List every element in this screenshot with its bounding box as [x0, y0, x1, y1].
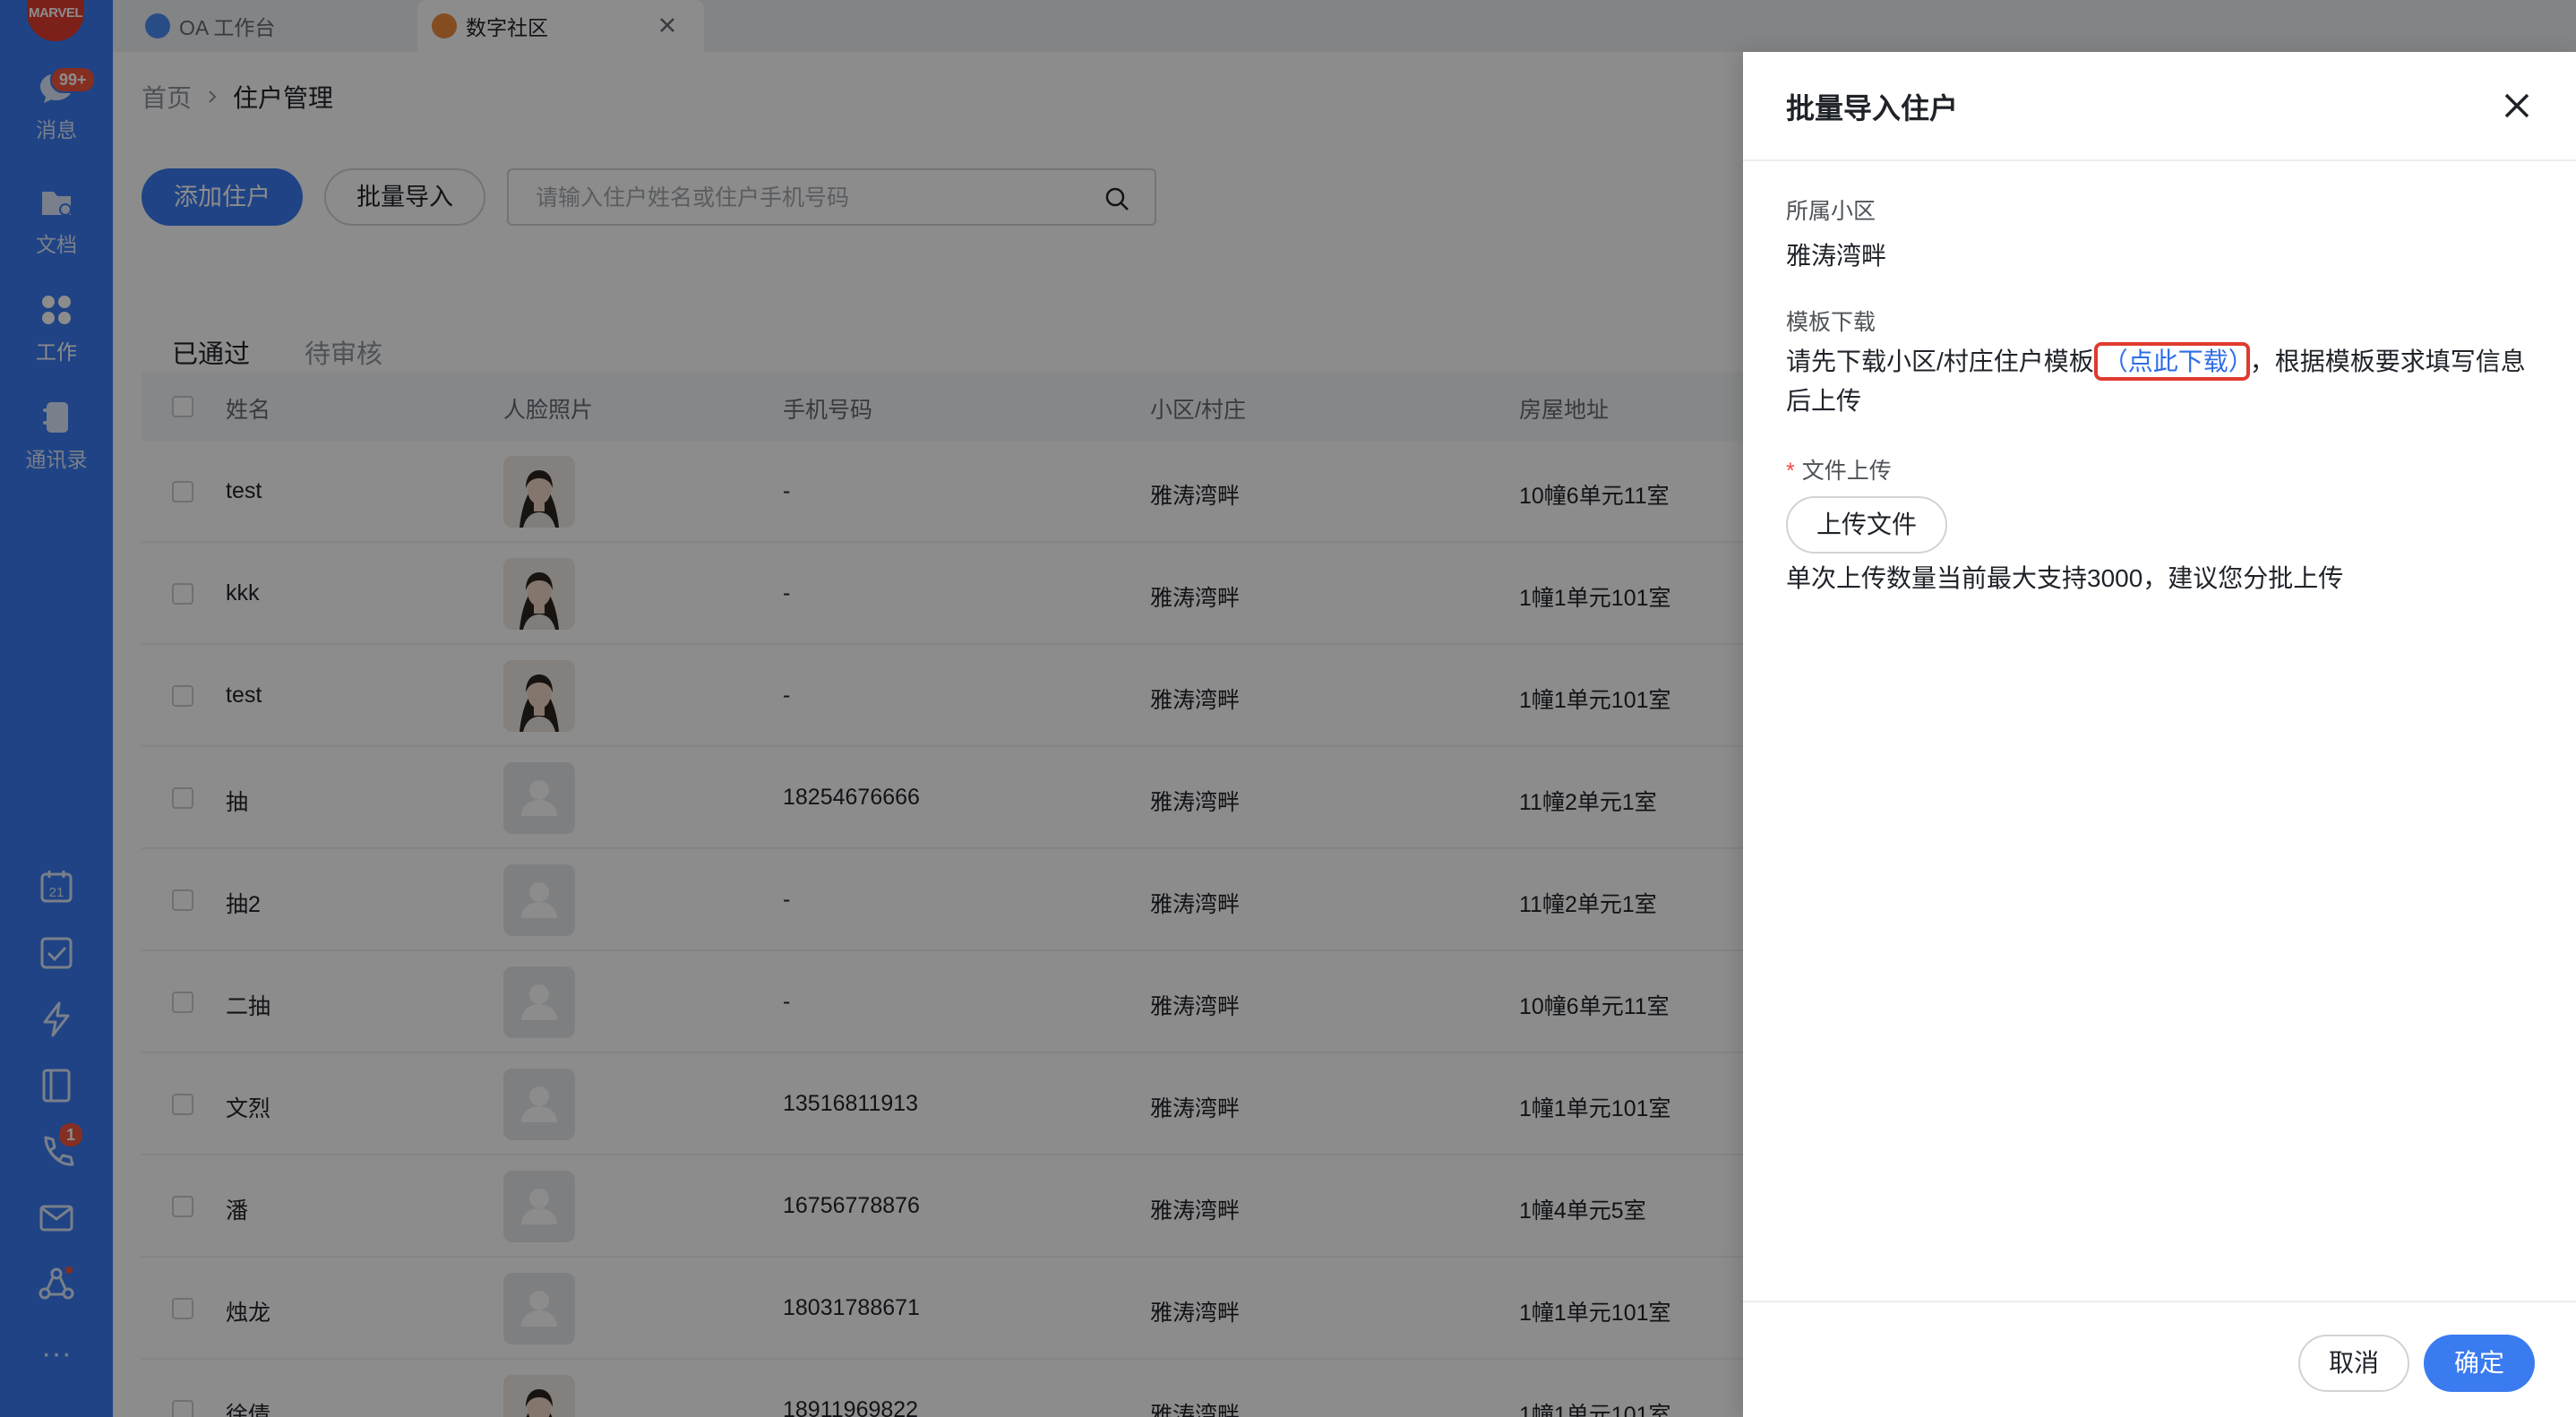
drawer-footer: 取消 确定: [1743, 1301, 2576, 1417]
upload-label: * 文件上传: [1786, 459, 1892, 484]
template-label: 模板下载: [1786, 310, 1876, 335]
drawer-header: 批量导入住户: [1743, 52, 2576, 161]
required-mark: *: [1786, 459, 1795, 484]
close-icon[interactable]: [2499, 88, 2535, 124]
cancel-button[interactable]: 取消: [2298, 1335, 2409, 1392]
community-value: 雅涛湾畔: [1786, 242, 1887, 270]
upload-hint: 单次上传数量当前最大支持3000，建议您分批上传: [1786, 564, 2344, 592]
community-label: 所属小区: [1786, 199, 1876, 224]
template-text-before: 请先下载小区/村庄住户模板: [1786, 348, 2094, 375]
confirm-button[interactable]: 确定: [2424, 1335, 2535, 1392]
upload-file-button[interactable]: 上传文件: [1786, 496, 1947, 554]
template-instructions: 请先下载小区/村庄住户模板 （点此下载） ，根据模板要求填写信息后上传: [1786, 342, 2538, 421]
download-template-link[interactable]: （点此下载）: [2093, 342, 2250, 381]
batch-import-drawer: 批量导入住户 所属小区 雅涛湾畔 模板下载 请先下载小区/村庄住户模板 （点此下载…: [1743, 52, 2576, 1417]
drawer-title: 批量导入住户: [1786, 92, 1959, 125]
